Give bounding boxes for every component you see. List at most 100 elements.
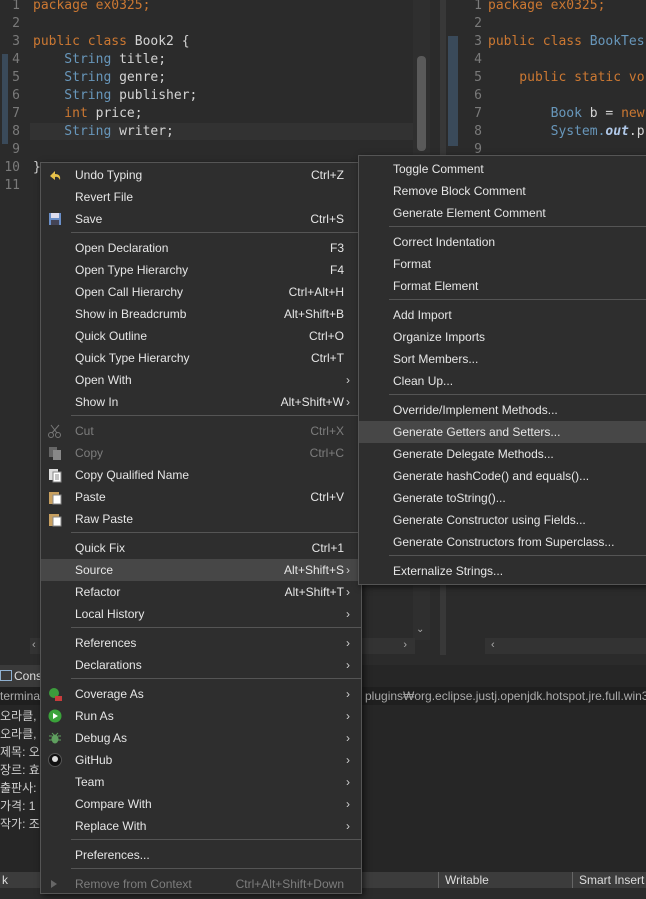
menu-item-open-with[interactable]: Open With ›: [41, 369, 361, 391]
submenu-item-clean-up[interactable]: Clean Up...: [359, 370, 646, 392]
submenu-item-generate-hashcode-and-equals[interactable]: Generate hashCode() and equals()...: [359, 465, 646, 487]
menu-item-raw-paste[interactable]: Raw Paste: [41, 508, 361, 530]
code-line[interactable]: String publisher;: [33, 87, 197, 105]
scroll-left-icon[interactable]: ‹: [491, 639, 495, 651]
code-token: String: [33, 52, 120, 67]
submenu-item-generate-getters-and-setters[interactable]: Generate Getters and Setters...: [359, 421, 646, 443]
menu-item-github[interactable]: GitHub ›: [41, 749, 361, 771]
submenu-item-generate-element-comment[interactable]: Generate Element Comment: [359, 202, 646, 224]
submenu-item-override-implement-methods[interactable]: Override/Implement Methods...: [359, 399, 646, 421]
code-token: b =: [589, 106, 622, 121]
menu-item-team[interactable]: Team ›: [41, 771, 361, 793]
menu-item-label: Generate Constructor using Fields...: [393, 513, 586, 527]
menu-item-run-as[interactable]: Run As ›: [41, 705, 361, 727]
menu-item-remove-from-context[interactable]: Remove from Context Ctrl+Alt+Shift+Down: [41, 873, 361, 895]
menu-item-label: Declarations: [75, 658, 142, 672]
menu-item-label: Externalize Strings...: [393, 564, 504, 578]
code-token: public class: [33, 34, 135, 49]
menu-item-refactor[interactable]: Refactor Alt+Shift+T ›: [41, 581, 361, 603]
submenu-item-format-element[interactable]: Format Element: [359, 275, 646, 297]
code-line[interactable]: package ex0325;: [488, 0, 605, 15]
cut-icon: [47, 423, 63, 439]
menu-item-label: Open With: [75, 373, 132, 387]
console-output-line: 오라클,: [0, 709, 37, 723]
line-number: 5: [12, 70, 20, 85]
menu-item-local-history[interactable]: Local History ›: [41, 603, 361, 625]
code-line[interactable]: System.out.p: [488, 123, 645, 141]
menu-item-quick-fix[interactable]: Quick Fix Ctrl+1: [41, 537, 361, 559]
scroll-right-icon[interactable]: ›: [403, 639, 407, 651]
submenu-item-format[interactable]: Format: [359, 253, 646, 275]
console-icon: [0, 670, 12, 681]
submenu-item-generate-tostring[interactable]: Generate toString()...: [359, 487, 646, 509]
line-number: 3: [474, 34, 482, 49]
menu-separator: [71, 678, 361, 679]
menu-item-copy[interactable]: Copy Ctrl+C: [41, 442, 361, 464]
submenu-item-externalize-strings[interactable]: Externalize Strings...: [359, 560, 646, 582]
code-line[interactable]: package ex0325;: [33, 0, 150, 15]
code-line[interactable]: Book b = new: [488, 105, 645, 123]
menu-item-debug-as[interactable]: Debug As ›: [41, 727, 361, 749]
submenu-item-add-import[interactable]: Add Import: [359, 304, 646, 326]
submenu-item-toggle-comment[interactable]: Toggle Comment: [359, 158, 646, 180]
horizontal-scrollbar-right[interactable]: ‹: [485, 638, 646, 654]
menu-item-paste[interactable]: Paste Ctrl+V: [41, 486, 361, 508]
code-line[interactable]: public class BookTes: [488, 33, 645, 51]
undo-icon: [47, 167, 63, 183]
code-token: String: [33, 88, 120, 103]
menu-item-open-call-hierarchy[interactable]: Open Call Hierarchy Ctrl+Alt+H: [41, 281, 361, 303]
menu-item-open-type-hierarchy[interactable]: Open Type Hierarchy F4: [41, 259, 361, 281]
menu-item-revert-file[interactable]: Revert File: [41, 186, 361, 208]
chevron-right-icon: ›: [346, 753, 350, 767]
menu-item-save[interactable]: Save Ctrl+S: [41, 208, 361, 230]
menu-item-label: Copy: [75, 446, 104, 460]
code-line[interactable]: int price;: [33, 105, 142, 123]
scroll-down-icon[interactable]: ⌄: [416, 624, 424, 635]
menu-item-coverage-as[interactable]: Coverage As ›: [41, 683, 361, 705]
menu-item-compare-with[interactable]: Compare With ›: [41, 793, 361, 815]
submenu-item-correct-indentation[interactable]: Correct Indentation: [359, 231, 646, 253]
chevron-right-icon: ›: [346, 775, 350, 789]
code-line[interactable]: String writer;: [33, 123, 174, 141]
code-line[interactable]: public static vo: [488, 69, 644, 87]
menu-item-quick-outline[interactable]: Quick Outline Ctrl+O: [41, 325, 361, 347]
menu-item-preferences[interactable]: Preferences...: [41, 844, 361, 866]
submenu-item-sort-members[interactable]: Sort Members...: [359, 348, 646, 370]
menu-item-shortcut: Alt+Shift+W: [280, 395, 344, 409]
menu-item-references[interactable]: References ›: [41, 632, 361, 654]
scroll-left-icon[interactable]: ‹: [32, 639, 36, 651]
menu-item-shortcut: Ctrl+V: [310, 490, 344, 504]
menu-item-label: Generate Getters and Setters...: [393, 425, 561, 439]
line-number: 2: [474, 16, 482, 31]
code-line[interactable]: public class Book2 {: [33, 33, 190, 51]
menu-item-copy-qualified-name[interactable]: Copy Qualified Name: [41, 464, 361, 486]
code-line[interactable]: String genre;: [33, 69, 166, 87]
menu-item-quick-type-hierarchy[interactable]: Quick Type Hierarchy Ctrl+T: [41, 347, 361, 369]
menu-item-label: Open Call Hierarchy: [75, 285, 184, 299]
menu-item-show-in[interactable]: Show In Alt+Shift+W ›: [41, 391, 361, 413]
submenu-item-generate-delegate-methods[interactable]: Generate Delegate Methods...: [359, 443, 646, 465]
menu-item-label: Override/Implement Methods...: [393, 403, 558, 417]
menu-separator: [71, 839, 361, 840]
menu-item-label: Remove Block Comment: [393, 184, 526, 198]
menu-item-source[interactable]: Source Alt+Shift+S ›: [41, 559, 361, 581]
submenu-item-organize-imports[interactable]: Organize Imports: [359, 326, 646, 348]
console-output-line: 가격: 1: [0, 799, 36, 813]
chevron-right-icon: ›: [346, 373, 350, 387]
menu-item-show-in-breadcrumb[interactable]: Show in Breadcrumb Alt+Shift+B: [41, 303, 361, 325]
line-number: 9: [12, 142, 20, 157]
console-output-line: 장르: 효: [0, 763, 40, 777]
submenu-item-generate-constructor-using-fields[interactable]: Generate Constructor using Fields...: [359, 509, 646, 531]
menu-item-label: Open Declaration: [75, 241, 169, 255]
menu-item-label: Format Element: [393, 279, 479, 293]
menu-item-open-declaration[interactable]: Open Declaration F3: [41, 237, 361, 259]
menu-item-declarations[interactable]: Declarations ›: [41, 654, 361, 676]
submenu-item-generate-constructors-from-superclass[interactable]: Generate Constructors from Superclass...: [359, 531, 646, 553]
line-number: 4: [12, 52, 20, 67]
menu-item-cut[interactable]: Cut Ctrl+X: [41, 420, 361, 442]
menu-item-replace-with[interactable]: Replace With ›: [41, 815, 361, 837]
submenu-item-remove-block-comment[interactable]: Remove Block Comment: [359, 180, 646, 202]
scrollbar-thumb[interactable]: [417, 56, 426, 151]
menu-item-undo-typing[interactable]: Undo Typing Ctrl+Z: [41, 164, 361, 186]
code-line[interactable]: String title;: [33, 51, 166, 69]
